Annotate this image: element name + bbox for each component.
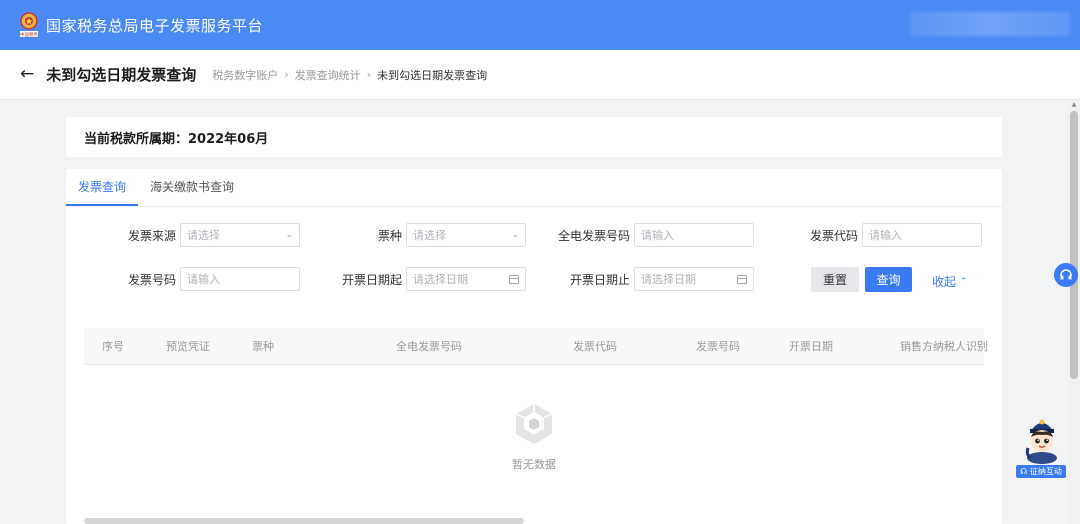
reset-button[interactable]: 重置: [811, 267, 859, 292]
headset-icon[interactable]: [1054, 263, 1078, 287]
full-invoice-no-input[interactable]: 请输入: [634, 223, 754, 247]
platform-title: 国家税务总局电子发票服务平台: [46, 16, 264, 35]
mascot-interaction-badge[interactable]: ☊ 征纳互动: [1016, 465, 1066, 478]
calendar-icon: [509, 274, 519, 284]
field-ticket-type: 票种 请选择 ⌄: [336, 223, 526, 247]
mascot-avatar[interactable]: [1018, 412, 1066, 464]
ticket-type-select[interactable]: 请选择 ⌄: [406, 223, 526, 247]
collapse-toggle[interactable]: 收起 ⌃: [932, 273, 968, 290]
breadcrumb-item-account[interactable]: 税务数字账户: [212, 67, 278, 83]
page-title: 未到勾选日期发票查询: [46, 66, 197, 84]
breadcrumb-item-current: 未到勾选日期发票查询: [377, 68, 488, 82]
invoice-no-label: 发票号码: [127, 272, 176, 287]
column-header: 票种: [252, 340, 274, 353]
invoice-no-input[interactable]: 请输入: [180, 267, 300, 291]
column-header: 发票代码: [573, 340, 617, 353]
column-header: 发票号码: [696, 340, 740, 353]
invoice-source-select[interactable]: 请选择 ⌄: [180, 223, 300, 247]
date-to-picker[interactable]: 请选择日期: [634, 267, 754, 291]
full-invoice-no-label: 全电发票号码: [557, 228, 630, 243]
user-info-blurred[interactable]: [910, 12, 1070, 36]
breadcrumb-separator-icon: ›: [284, 68, 289, 81]
table-header: 序号 预览凭证 票种 全电发票号码 发票代码 发票号码 开票日期 销售方纳税人识…: [84, 328, 988, 365]
tab-customs-query[interactable]: 海关缴款书查询: [138, 169, 246, 206]
field-invoice-source: 发票来源 请选择 ⌄: [110, 223, 300, 247]
scroll-up-arrow-icon[interactable]: ▲: [1070, 101, 1078, 109]
invoice-source-label: 发票来源: [127, 228, 176, 243]
page-scrollbar-thumb[interactable]: [1070, 111, 1078, 379]
tax-period-card: 当前税款所属期：2022年06月: [66, 117, 1002, 157]
empty-box-icon: [514, 402, 554, 446]
breadcrumb-item-stats[interactable]: 发票查询统计: [295, 67, 361, 83]
page-header: ← 未到勾选日期发票查询 税务数字账户 › 发票查询统计 › 未到勾选日期发票查…: [0, 50, 1080, 100]
tab-invoice-query[interactable]: 发票查询: [66, 169, 139, 206]
mascot-label: 征纳互动: [1029, 467, 1062, 476]
column-header: 全电发票号码: [396, 340, 462, 353]
field-date-to: 开票日期止 请选择日期: [548, 267, 754, 291]
date-from-picker[interactable]: 请选择日期: [406, 267, 526, 291]
field-invoice-no: 发票号码 请输入: [110, 267, 300, 291]
chevron-down-icon: ⌄: [511, 230, 519, 240]
chevron-up-icon: ⌃: [960, 276, 968, 287]
breadcrumb-separator-icon: ›: [366, 68, 372, 81]
field-invoice-code: 发票代码 请输入: [792, 223, 982, 247]
field-full-invoice-no: 全电发票号码 请输入: [548, 223, 754, 247]
invoice-code-label: 发票代码: [809, 228, 858, 243]
ticket-type-label: 票种: [377, 228, 402, 243]
chevron-down-icon: ⌄: [285, 230, 293, 240]
top-bar: 中国税务 国家税务总局电子发票服务平台: [0, 0, 1080, 50]
column-header: 预览凭证: [166, 340, 210, 353]
tax-period-label: 当前税款所属期：2022年06月: [84, 131, 269, 147]
column-header: 序号: [102, 340, 124, 353]
empty-state: 暂无数据: [484, 402, 584, 472]
calendar-icon: [737, 274, 747, 284]
back-arrow-icon[interactable]: ←: [20, 66, 34, 83]
empty-text: 暂无数据: [512, 458, 556, 471]
tax-emblem-icon: 中国税务: [18, 11, 40, 39]
column-header: 开票日期: [789, 340, 833, 353]
svg-text:中国税务: 中国税务: [20, 31, 38, 38]
table-horizontal-scrollbar[interactable]: [84, 518, 524, 524]
query-button[interactable]: 查询: [865, 267, 912, 292]
query-card: 发票查询 海关缴款书查询 发票来源 请选择 ⌄ 票种 请选择 ⌄ 全电发票号码 …: [66, 169, 1002, 524]
collapse-label: 收起: [932, 275, 957, 289]
invoice-code-input[interactable]: 请输入: [862, 223, 982, 247]
tab-bar: 发票查询 海关缴款书查询: [66, 169, 1002, 207]
field-date-from: 开票日期起 请选择日期: [320, 267, 526, 291]
breadcrumb: 税务数字账户 › 发票查询统计 › 未到勾选日期发票查询: [212, 67, 487, 83]
date-from-label: 开票日期起: [341, 272, 402, 287]
date-to-label: 开票日期止: [569, 272, 630, 287]
headset-small-icon: ☊: [1020, 467, 1028, 476]
column-header: 销售方纳税人识别: [900, 340, 988, 353]
